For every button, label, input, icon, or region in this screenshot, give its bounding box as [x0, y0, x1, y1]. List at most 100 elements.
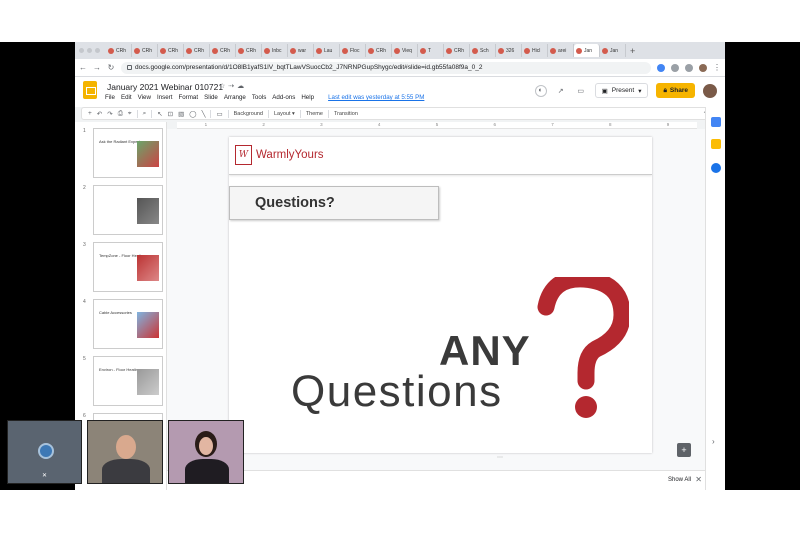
browser-tab[interactable]: CRh	[158, 44, 184, 57]
avatar[interactable]	[703, 83, 717, 98]
browser-tab[interactable]: Jan	[600, 44, 626, 57]
browser-tab[interactable]: war	[288, 44, 314, 57]
back-icon[interactable]: ←	[79, 63, 87, 72]
slide-thumbnail[interactable]: Ask the Radiant Experts	[93, 128, 163, 178]
star-icon[interactable]: ☆	[219, 83, 228, 90]
current-slide[interactable]: W WarmlyYours Questions? ANY Questions	[229, 137, 652, 453]
slide-thumbnail-row[interactable]: 3 TempZone - Floor Heating	[81, 242, 165, 294]
slide-thumbnail[interactable]: Environ - Floor Heating	[93, 356, 163, 406]
explore-button[interactable]: +	[677, 443, 691, 457]
menu-addons[interactable]: Add-ons	[272, 94, 295, 101]
menu-edit[interactable]: Edit	[121, 94, 132, 101]
browser-tab[interactable]: CRh	[236, 44, 262, 57]
browser-tab[interactable]: CRh	[444, 44, 470, 57]
select-icon[interactable]: ↖	[157, 110, 162, 118]
brand-logo-text: WarmlyYours	[256, 149, 324, 161]
menu-insert[interactable]: Insert	[157, 94, 172, 101]
thumbnail-title: Environ - Floor Heating	[99, 367, 141, 372]
present-button[interactable]: ▣ Present ▾	[594, 83, 649, 98]
activity-icon[interactable]: ↗	[555, 85, 567, 97]
browser-tab[interactable]: CRh	[106, 44, 132, 57]
new-tab-button[interactable]: +	[630, 46, 635, 56]
zoom-icon[interactable]: ⌕	[143, 110, 147, 118]
participant-video-3[interactable]	[168, 420, 244, 484]
browser-tab[interactable]: 326	[496, 44, 522, 57]
reload-icon[interactable]: ↻	[107, 63, 115, 72]
undo-icon[interactable]: ↶	[97, 110, 102, 118]
shape-icon[interactable]: ◯	[189, 110, 196, 118]
notes-drag-handle[interactable]: ⋯	[497, 454, 503, 461]
calendar-icon[interactable]	[711, 117, 721, 127]
transition-button[interactable]: Transition	[334, 111, 358, 117]
add-icon[interactable]: +	[88, 110, 92, 117]
slide-thumbnail-row[interactable]: 4 Cable Accessories	[81, 299, 165, 351]
comment-add-icon[interactable]: ▭	[216, 110, 222, 118]
menu-slide[interactable]: Slide	[204, 94, 218, 101]
browser-tab[interactable]: Sch	[470, 44, 496, 57]
chevron-right-icon[interactable]: ›	[712, 437, 715, 446]
slide-thumbnail[interactable]	[93, 185, 163, 235]
comments-icon[interactable]: ▭	[575, 85, 587, 97]
slide-thumbnail[interactable]: TempZone - Floor Heating	[93, 242, 163, 292]
browser-tab[interactable]: Floc	[340, 44, 366, 57]
participant-video-1[interactable]: ✕	[7, 420, 82, 484]
menu-file[interactable]: File	[105, 94, 115, 101]
browser-tab[interactable]: Jan	[574, 44, 600, 57]
browser-tab[interactable]: CRh	[210, 44, 236, 57]
show-all-button[interactable]: Show All	[668, 477, 691, 483]
move-folder-icon[interactable]: ⇢	[228, 83, 237, 90]
redo-icon[interactable]: ↷	[107, 110, 112, 118]
document-title[interactable]: January 2021 Webinar 010721	[107, 82, 223, 92]
menu-format[interactable]: Format	[178, 94, 198, 101]
browser-tab[interactable]: CRh	[366, 44, 392, 57]
image-icon[interactable]: ▧	[178, 110, 184, 118]
extension-icon[interactable]	[671, 63, 679, 72]
menu-help[interactable]: Help	[301, 94, 314, 101]
text-box-icon[interactable]: ⊡	[168, 110, 173, 118]
docs-header: January 2021 Webinar 010721 ☆⇢☁ File Edit…	[75, 77, 725, 107]
browser-tab[interactable]: CRh	[132, 44, 158, 57]
browser-tab[interactable]: Inbc	[262, 44, 288, 57]
layout-button[interactable]: Layout ▾	[274, 111, 295, 117]
profile-avatar[interactable]	[699, 63, 707, 72]
slide-thumbnail-row[interactable]: 1 Ask the Radiant Experts	[81, 128, 165, 180]
browser-tab[interactable]: Hicl	[522, 44, 548, 57]
ruler-tick-label: 7	[551, 122, 554, 127]
extension-icon[interactable]	[657, 63, 665, 72]
slide-thumbnail[interactable]: Cable Accessories	[93, 299, 163, 349]
line-icon[interactable]: ╲	[202, 110, 206, 118]
layout-label: Layout	[274, 110, 291, 117]
tab-label: T	[428, 47, 432, 54]
browser-tab[interactable]: Vieq	[392, 44, 418, 57]
close-icon[interactable]: ✕	[695, 475, 702, 484]
keep-icon[interactable]	[711, 139, 721, 149]
print-icon[interactable]: ⎙	[118, 110, 123, 118]
participant-video-2[interactable]	[87, 420, 163, 484]
browser-tab[interactable]: arei	[548, 44, 574, 57]
menu-view[interactable]: View	[138, 94, 151, 101]
favicon-icon	[108, 47, 114, 54]
chevron-down-icon[interactable]: ▾	[638, 87, 641, 95]
tasks-icon[interactable]	[711, 163, 721, 173]
url-field[interactable]: docs.google.com/presentation/d/1O8lB1yaf…	[121, 61, 651, 74]
browser-tab[interactable]: Lau	[314, 44, 340, 57]
meet-icon[interactable]: ◐	[534, 84, 547, 97]
menu-tools[interactable]: Tools	[252, 94, 266, 101]
slide-thumbnail-row[interactable]: 2	[81, 185, 165, 237]
share-button[interactable]: 🔒︎ Share	[656, 83, 695, 98]
browser-tab[interactable]: T	[418, 44, 444, 57]
background-button[interactable]: Background	[234, 111, 263, 117]
window-controls[interactable]	[79, 48, 100, 53]
slides-logo-icon[interactable]	[83, 81, 97, 99]
theme-button[interactable]: Theme	[306, 111, 323, 117]
slide-title-box[interactable]: Questions?	[229, 186, 439, 220]
browser-tab[interactable]: CRh	[184, 44, 210, 57]
last-edit-link[interactable]: Last edit was yesterday at 5:55 PM	[328, 94, 424, 101]
menu-kebab-icon[interactable]: ⋮	[713, 63, 721, 72]
forward-icon[interactable]: →	[93, 63, 101, 72]
menu-arrange[interactable]: Arrange	[224, 94, 246, 101]
extension-icon[interactable]	[685, 63, 693, 72]
paint-format-icon[interactable]: ⌖	[128, 110, 132, 118]
slide-thumbnail-row[interactable]: 5 Environ - Floor Heating	[81, 356, 165, 408]
thumbnail-image	[137, 369, 159, 395]
